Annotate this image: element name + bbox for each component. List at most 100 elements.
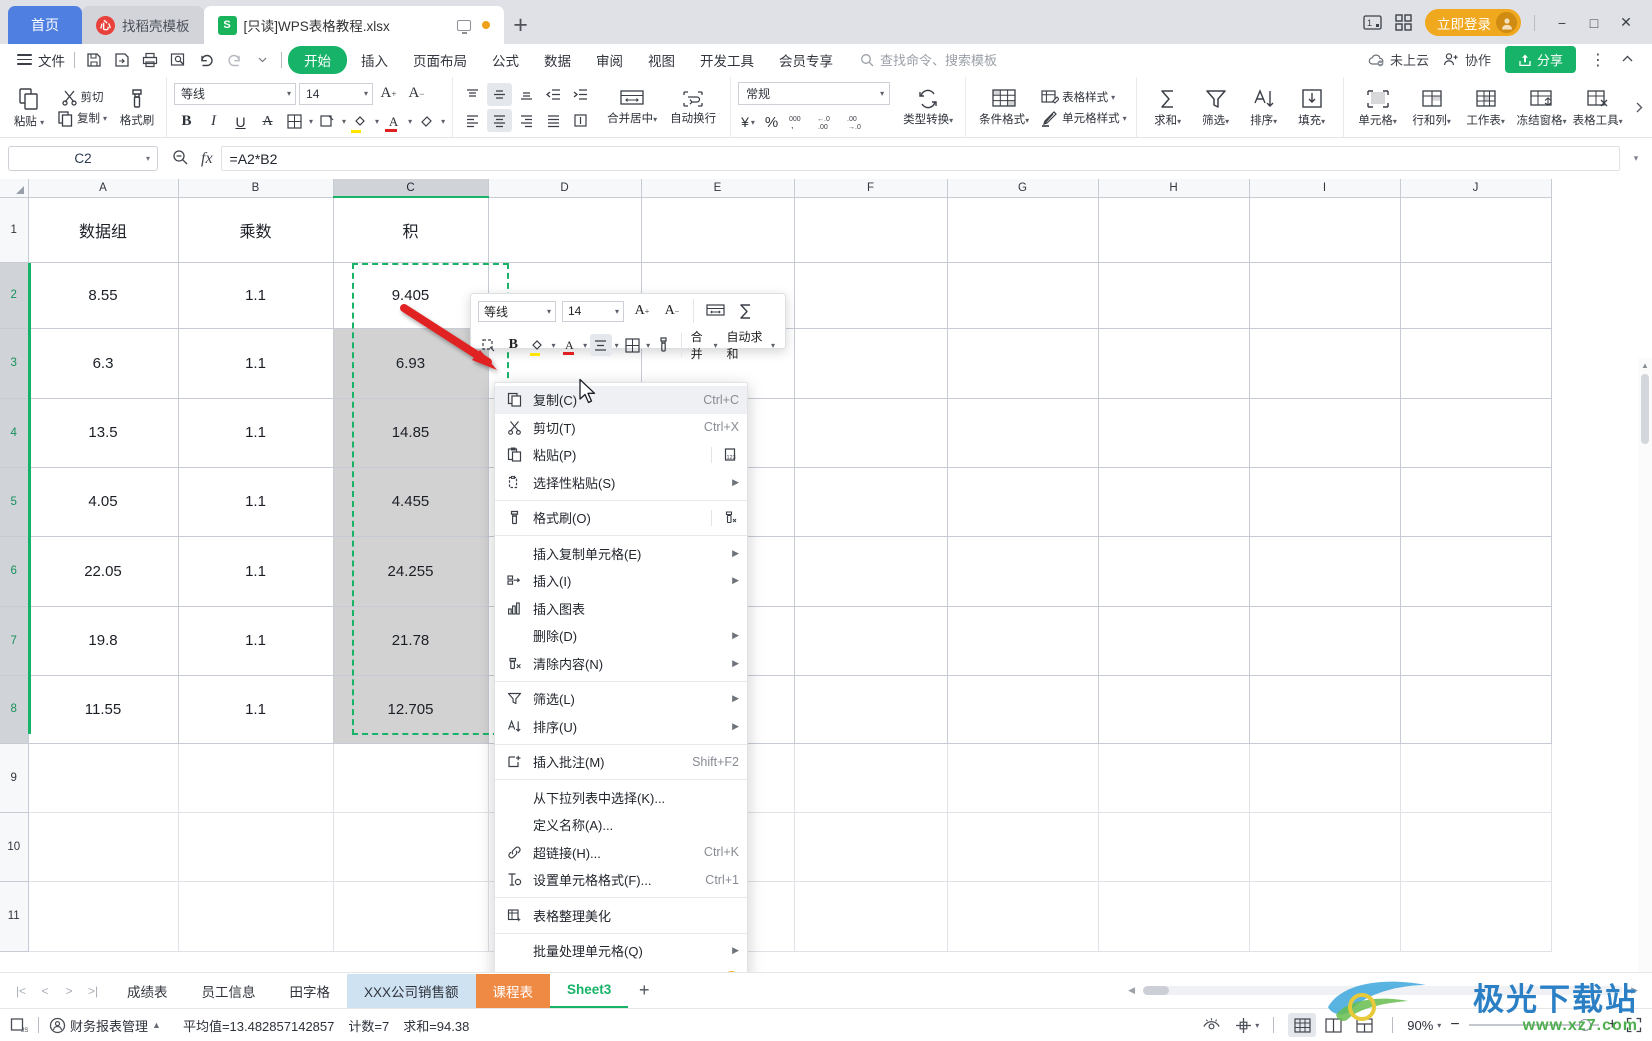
cell-G9[interactable] bbox=[947, 743, 1099, 813]
context-menu-item-paste-special[interactable]: 选择性粘贴(S) ▶ bbox=[495, 469, 747, 497]
save-as-icon[interactable] bbox=[109, 47, 135, 72]
cell-I5[interactable] bbox=[1249, 467, 1401, 537]
format-painter-alt-icon[interactable] bbox=[721, 509, 739, 527]
mini-borders-button[interactable] bbox=[622, 334, 644, 356]
maximize-button[interactable]: □ bbox=[1580, 11, 1608, 35]
cell-I4[interactable] bbox=[1249, 398, 1401, 468]
context-menu-item-delete[interactable]: 删除(D) ▶ bbox=[495, 622, 747, 650]
vertical-scroll-thumb[interactable] bbox=[1641, 374, 1649, 444]
cell-I11[interactable] bbox=[1249, 881, 1401, 952]
cell-I3[interactable] bbox=[1249, 328, 1401, 399]
conditional-format-button[interactable]: 条件格式▾ bbox=[973, 88, 1035, 127]
cell-G8[interactable] bbox=[947, 675, 1099, 744]
cell-B5[interactable]: 1.1 bbox=[178, 467, 334, 537]
sheet-nav-first[interactable]: |< bbox=[10, 979, 32, 1003]
hscroll-left-icon[interactable]: ◀ bbox=[1128, 985, 1135, 996]
cell-A5[interactable]: 4.05 bbox=[28, 467, 179, 537]
number-format-select[interactable]: 常规 ▾ bbox=[738, 82, 891, 105]
sheet-nav-prev[interactable]: < bbox=[34, 979, 56, 1003]
ribbon-tab-insert[interactable]: 插入 bbox=[350, 47, 399, 73]
cell-style-button[interactable]: 单元格样式 ▾ bbox=[1039, 108, 1129, 129]
sheet-tab-xiaoshoue[interactable]: XXX公司销售额 bbox=[347, 973, 476, 1008]
table-style-button[interactable]: 表格样式 ▾ bbox=[1039, 87, 1117, 108]
decrease-indent-icon[interactable] bbox=[541, 83, 566, 106]
cell-J3[interactable] bbox=[1400, 328, 1552, 399]
cell-H1[interactable] bbox=[1098, 197, 1250, 263]
cell-B2[interactable]: 1.1 bbox=[178, 262, 334, 329]
name-box-chevron-icon[interactable]: ▾ bbox=[146, 154, 150, 163]
horizontal-scrollbar[interactable]: ◀ ▶ bbox=[1128, 985, 1652, 996]
ribbon-tab-view[interactable]: 视图 bbox=[637, 47, 686, 73]
file-menu-button[interactable]: 文件 bbox=[8, 50, 74, 70]
cut-button[interactable]: 剪切 bbox=[59, 87, 106, 108]
cell-H3[interactable] bbox=[1098, 328, 1250, 399]
sheet-tab-tianzige[interactable]: 田字格 bbox=[273, 974, 348, 1008]
align-left-icon[interactable] bbox=[460, 109, 485, 132]
align-top-icon[interactable] bbox=[460, 83, 485, 106]
increase-font-size-icon[interactable]: A + bbox=[376, 82, 401, 105]
row-header-2[interactable]: 2 bbox=[0, 261, 29, 329]
center-layout-icon[interactable]: ▾ bbox=[1235, 1017, 1259, 1034]
cell-G1[interactable] bbox=[947, 197, 1099, 263]
cell-G11[interactable] bbox=[947, 881, 1099, 952]
filter-button[interactable]: 筛选▾ bbox=[1192, 87, 1240, 128]
sheet-nav-last[interactable]: >| bbox=[82, 979, 104, 1003]
tab-document[interactable]: S [只读]WPS表格教程.xlsx bbox=[203, 6, 504, 44]
paste-values-icon[interactable]: 123 bbox=[721, 446, 739, 464]
cell-I8[interactable] bbox=[1249, 675, 1401, 744]
mini-format-painter-button[interactable] bbox=[653, 334, 675, 356]
cell-B1[interactable]: 乘数 bbox=[178, 197, 334, 263]
cell-A6[interactable]: 22.05 bbox=[28, 536, 179, 607]
column-header-j[interactable]: J bbox=[1400, 179, 1552, 198]
ribbon-tab-pagelayout[interactable]: 页面布局 bbox=[402, 47, 478, 73]
cell-F11[interactable] bbox=[794, 881, 948, 952]
js-macro-icon[interactable]: JS bbox=[10, 1017, 28, 1034]
cell-A10[interactable] bbox=[28, 812, 179, 882]
underline-button[interactable]: U bbox=[228, 110, 253, 133]
eye-protect-icon[interactable] bbox=[1202, 1017, 1221, 1033]
redo-icon[interactable] bbox=[221, 47, 247, 72]
cells-button[interactable]: 单元格▾ bbox=[1351, 87, 1405, 128]
mini-clear-format-icon[interactable] bbox=[478, 334, 500, 356]
ribbon-tab-home[interactable]: 开始 bbox=[288, 45, 347, 74]
mini-decrease-font-size-icon[interactable]: A − bbox=[660, 300, 684, 322]
cell-C2[interactable]: 9.405 bbox=[333, 262, 489, 329]
cell-C8[interactable]: 12.705 bbox=[333, 675, 489, 744]
justify-icon[interactable] bbox=[541, 109, 566, 132]
cell-J10[interactable] bbox=[1400, 812, 1552, 882]
expand-formula-bar-icon[interactable]: ▾ bbox=[1628, 153, 1644, 164]
context-menu-item-sort[interactable]: 排序(U) ▶ bbox=[495, 713, 747, 741]
context-menu-item-filter[interactable]: 筛选(L) ▶ bbox=[495, 685, 747, 713]
mini-merge-label[interactable]: 合并 ▾ bbox=[688, 328, 721, 362]
comma-style-button[interactable]: 000, bbox=[785, 111, 809, 133]
sheet-tab-kechengbiao[interactable]: 课程表 bbox=[475, 973, 551, 1008]
cell-B8[interactable]: 1.1 bbox=[178, 675, 334, 744]
cell-H10[interactable] bbox=[1098, 812, 1250, 882]
ribbon-tab-review[interactable]: 审阅 bbox=[585, 47, 634, 73]
context-menu-item-cut[interactable]: 剪切(T) Ctrl+X bbox=[495, 414, 747, 442]
cell-B7[interactable]: 1.1 bbox=[178, 606, 334, 676]
sort-button[interactable]: 排序▾ bbox=[1240, 87, 1288, 128]
column-header-h[interactable]: H bbox=[1098, 179, 1250, 198]
name-box[interactable]: C2 ▾ bbox=[8, 146, 158, 171]
cell-A11[interactable] bbox=[28, 881, 179, 952]
row-header-8[interactable]: 8 bbox=[0, 674, 29, 744]
hscroll-thumb[interactable] bbox=[1143, 986, 1170, 995]
formula-zoom-icon[interactable] bbox=[172, 149, 189, 169]
cell-H8[interactable] bbox=[1098, 675, 1250, 744]
cell-I1[interactable] bbox=[1249, 197, 1401, 263]
cell-J4[interactable] bbox=[1400, 398, 1552, 468]
cell-A4[interactable]: 13.5 bbox=[28, 398, 179, 468]
context-menu-item-batch-cells[interactable]: 批量处理单元格(Q) ▶ bbox=[495, 937, 747, 965]
cell-C9[interactable] bbox=[333, 743, 489, 813]
cell-A3[interactable]: 6.3 bbox=[28, 328, 179, 399]
cell-H9[interactable] bbox=[1098, 743, 1250, 813]
bold-button[interactable]: B bbox=[174, 110, 199, 133]
cell-B6[interactable]: 1.1 bbox=[178, 536, 334, 607]
mini-fill-color-button[interactable] bbox=[527, 334, 549, 356]
context-menu-item-insert-copied-cells[interactable]: 插入复制单元格(E) ▶ bbox=[495, 540, 747, 568]
cell-B4[interactable]: 1.1 bbox=[178, 398, 334, 468]
cell-C11[interactable] bbox=[333, 881, 489, 952]
cell-G7[interactable] bbox=[947, 606, 1099, 676]
cell-C10[interactable] bbox=[333, 812, 489, 882]
